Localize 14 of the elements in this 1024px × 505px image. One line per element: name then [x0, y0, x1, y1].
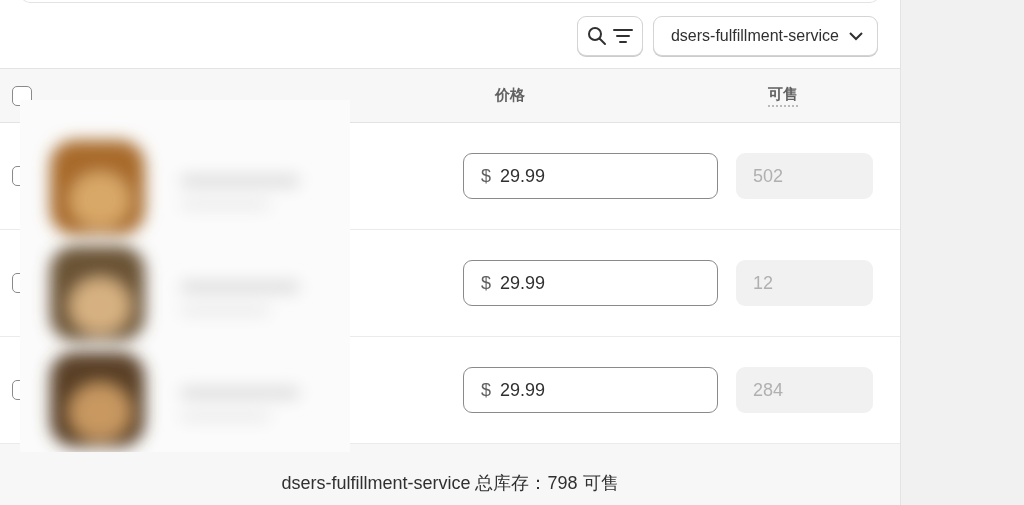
price-field[interactable]: $ 29.99 [463, 260, 718, 306]
column-header: 可售 [768, 84, 798, 107]
price-field[interactable]: $ 29.99 [463, 367, 718, 413]
search-filter-button[interactable] [576, 16, 643, 56]
location-select[interactable]: dsers-fulfillment-service [652, 16, 878, 56]
column-header: 价格 [495, 86, 525, 105]
price-field[interactable]: $ 29.99 [463, 153, 718, 199]
inventory-summary: dsers-fulfillment-service 总库存：798 可售 [281, 472, 619, 495]
chevron-down-icon [849, 31, 863, 41]
search-icon [586, 26, 607, 46]
available-field: 502 [736, 153, 873, 199]
filter-icon [612, 28, 633, 44]
available-field: 284 [736, 367, 873, 413]
available-field: 12 [736, 260, 873, 306]
